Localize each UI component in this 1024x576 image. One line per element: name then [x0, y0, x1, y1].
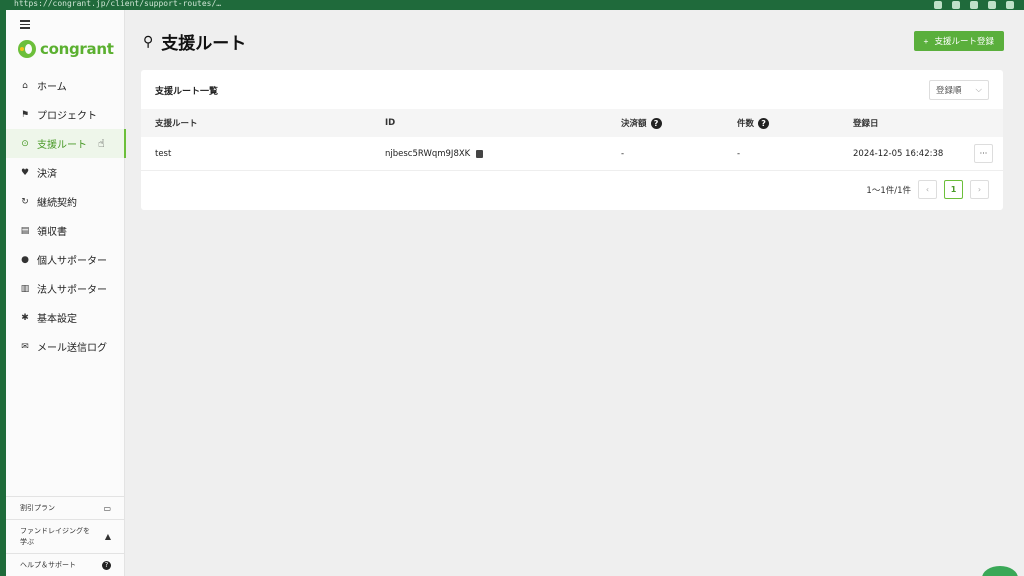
- cell-date: 2024-12-05 16:42:38: [853, 149, 944, 159]
- sidebar-item-home[interactable]: ⌂ ホーム: [6, 71, 125, 100]
- sidebar-item-label: 決済: [37, 169, 57, 180]
- browser-url[interactable]: https://congrant.jp/client/support-route…: [14, 0, 221, 8]
- app-window: congrant ⌂ ホーム ⚑ プロジェクト ⊙ 支援ルート ☝ ♥ 決済 ↻: [6, 10, 1024, 576]
- cell-amount: -: [621, 149, 625, 159]
- table-row[interactable]: test njbesc5RWqm9J8XK - - 2024-12-05 16:…: [141, 137, 1003, 171]
- sidebar-item-label: 領収書: [37, 227, 67, 238]
- help-icon[interactable]: ?: [758, 117, 770, 129]
- column-header-name: 支援ルート: [155, 119, 198, 129]
- hand-cursor-icon: ☝: [98, 137, 105, 150]
- location-pin-icon: ⊙: [21, 138, 29, 149]
- copy-icon[interactable]: [476, 150, 484, 158]
- browser-extension-icons: [934, 1, 1014, 9]
- sidebar-item-projects[interactable]: ⚑ プロジェクト: [6, 100, 125, 129]
- column-header-id: ID: [385, 118, 396, 128]
- add-support-route-button[interactable]: + 支援ルート登録: [913, 31, 1004, 51]
- sidebar-item-label: 基本設定: [37, 314, 77, 325]
- logo-mark-icon: [18, 40, 36, 58]
- sidebar-item-label: 個人サポーター: [37, 256, 107, 267]
- next-page-button[interactable]: ›: [970, 180, 989, 199]
- sidebar-nav: ⌂ ホーム ⚑ プロジェクト ⊙ 支援ルート ☝ ♥ 決済 ↻ 継続契約 ▤ 領…: [6, 71, 126, 361]
- sidebar-item-payments[interactable]: ♥ 決済: [6, 158, 125, 187]
- plus-icon: +: [923, 36, 929, 46]
- pagination-summary: 1〜1件/1件: [866, 185, 911, 196]
- page-button-current[interactable]: 1: [944, 180, 963, 199]
- help-icon[interactable]: ?: [650, 117, 662, 129]
- add-support-route-label: 支援ルート登録: [934, 36, 994, 46]
- extension-icon[interactable]: [952, 1, 960, 9]
- mail-icon: ✉: [21, 341, 29, 352]
- building-icon: ▥: [20, 283, 30, 294]
- column-header-date: 登録日: [853, 119, 879, 129]
- sidebar-item-receipts[interactable]: ▤ 領収書: [6, 216, 125, 245]
- home-icon: ⌂: [22, 80, 28, 91]
- receipt-icon: ▤: [20, 225, 30, 236]
- sidebar-item-label: メール送信ログ: [37, 343, 107, 354]
- person-icon: ●: [21, 254, 29, 265]
- pagination: 1〜1件/1件 ‹ 1 ›: [866, 180, 989, 199]
- sidebar-item-settings[interactable]: ✱ 基本設定: [6, 303, 125, 332]
- cell-count: -: [737, 149, 741, 159]
- prev-page-button[interactable]: ‹: [918, 180, 937, 199]
- page-title-text: 支援ルート: [161, 34, 247, 54]
- cell-id: njbesc5RWqm9J8XK: [385, 137, 484, 171]
- sort-select[interactable]: 登録順 ⌵: [929, 80, 989, 100]
- sidebar-link-learn-fundraising[interactable]: ファンドレイジングを学ぶ ▲: [6, 519, 125, 553]
- more-actions-button[interactable]: ···: [974, 144, 993, 163]
- sidebar-item-label: 支援ルート: [37, 140, 87, 151]
- sidebar-footer: 割引プラン ▭ ファンドレイジングを学ぶ ▲ ヘルプ＆サポート ?: [6, 496, 125, 576]
- sidebar: congrant ⌂ ホーム ⚑ プロジェクト ⊙ 支援ルート ☝ ♥ 決済 ↻: [6, 10, 126, 576]
- card-title: 支援ルート一覧: [155, 87, 219, 97]
- sidebar-item-label: プロジェクト: [37, 111, 97, 122]
- refresh-icon: ↻: [21, 196, 29, 207]
- sidebar-link-label: 割引プラン: [20, 504, 55, 512]
- sort-select-value: 登録順: [936, 86, 962, 96]
- sidebar-link-label: ヘルプ＆サポート: [20, 561, 76, 569]
- sidebar-item-corporate-supporters[interactable]: ▥ 法人サポーター: [6, 274, 125, 303]
- heart-icon: ♥: [20, 167, 30, 178]
- gift-icon: ▭: [103, 503, 111, 513]
- table-header: 支援ルート ID 決済額 ? 件数 ? 登録日: [141, 109, 1003, 137]
- sidebar-item-support-routes[interactable]: ⊙ 支援ルート ☝: [6, 129, 126, 158]
- sidebar-item-label: 法人サポーター: [37, 285, 107, 296]
- chat-widget-icon[interactable]: [982, 566, 1018, 576]
- sidebar-link-label: ファンドレイジングを学ぶ: [20, 527, 90, 546]
- gear-icon: ✱: [21, 312, 29, 323]
- column-header-count: 件数 ?: [737, 109, 770, 137]
- chevron-down-icon: ⌵: [975, 85, 982, 95]
- sidebar-item-recurring[interactable]: ↻ 継続契約: [6, 187, 125, 216]
- support-route-list-card: 支援ルート一覧 登録順 ⌵ 支援ルート ID 決済額 ? 件数 ? 登録日 te…: [141, 70, 1003, 210]
- browser-toolbar: https://congrant.jp/client/support-route…: [0, 0, 1024, 10]
- main-content: ⚲ 支援ルート + 支援ルート登録 支援ルート一覧 登録順 ⌵ 支援ルート ID…: [125, 10, 1024, 576]
- location-pin-icon: ⚲: [143, 33, 154, 50]
- column-header-amount: 決済額 ?: [621, 109, 662, 137]
- logo[interactable]: congrant: [18, 40, 114, 58]
- graduation-cap-icon: ▲: [104, 532, 111, 541]
- route-id: njbesc5RWqm9J8XK: [385, 149, 471, 159]
- sidebar-link-discount-plan[interactable]: 割引プラン ▭: [6, 496, 125, 519]
- logo-text: congrant: [40, 40, 114, 58]
- menu-icon[interactable]: [20, 20, 30, 29]
- flag-icon: ⚑: [20, 109, 30, 120]
- help-icon: ?: [102, 560, 111, 570]
- extension-icon[interactable]: [934, 1, 942, 9]
- sidebar-item-mail-log[interactable]: ✉ メール送信ログ: [6, 332, 125, 361]
- sidebar-item-label: 継続契約: [37, 198, 77, 209]
- extension-icon[interactable]: [1006, 1, 1014, 9]
- page-title: ⚲ 支援ルート: [143, 29, 247, 55]
- sidebar-item-label: ホーム: [37, 82, 67, 93]
- sidebar-link-help[interactable]: ヘルプ＆サポート ?: [6, 553, 125, 576]
- cell-name[interactable]: test: [155, 137, 171, 171]
- extension-icon[interactable]: [970, 1, 978, 9]
- sidebar-item-individual-supporters[interactable]: ● 個人サポーター: [6, 245, 125, 274]
- extension-icon[interactable]: [988, 1, 996, 9]
